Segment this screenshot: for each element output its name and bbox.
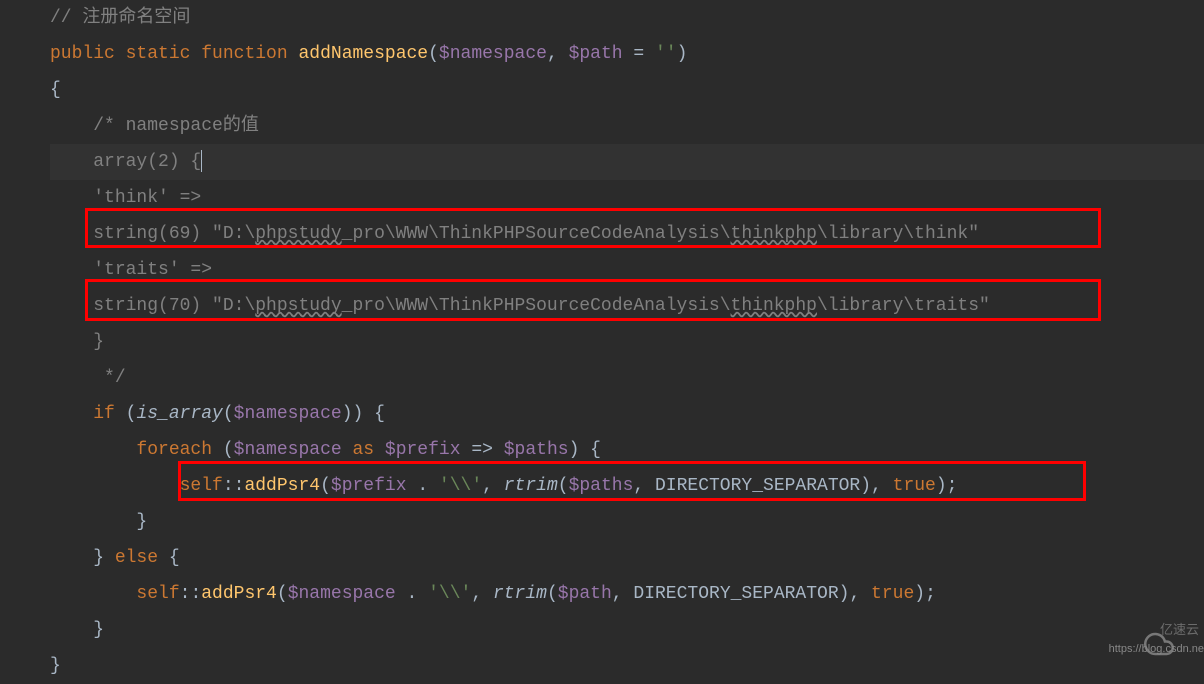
- code-line: string(70) "D:\phpstudy_pro\WWW\ThinkPHP…: [50, 288, 1204, 324]
- keyword-self: self: [180, 468, 223, 504]
- function-call: is_array: [136, 396, 222, 432]
- function-name: addNamespace: [298, 36, 428, 72]
- comment: 'think' =>: [93, 180, 201, 216]
- method-call: addPsr4: [244, 468, 320, 504]
- variable: $namespace: [288, 576, 396, 612]
- variable: $namespace: [234, 432, 342, 468]
- code-line: 'traits' =>: [50, 252, 1204, 288]
- comment: */: [93, 360, 125, 396]
- function-call: rtrim: [493, 576, 547, 612]
- code-line: self::addPsr4($prefix . '\\', rtrim($pat…: [50, 468, 1204, 504]
- variable: $paths: [504, 432, 569, 468]
- code-line: /* namespace的值: [50, 108, 1204, 144]
- code-line-active: array(2) {: [50, 144, 1204, 180]
- comment: string(69) "D:\phpstudy_pro\WWW\ThinkPHP…: [93, 216, 979, 252]
- function-call: rtrim: [504, 468, 558, 504]
- keyword-else: else: [104, 540, 169, 576]
- keyword-self: self: [136, 576, 179, 612]
- code-line: } else {: [50, 540, 1204, 576]
- variable: $prefix: [331, 468, 407, 504]
- boolean: true: [893, 468, 936, 504]
- keyword-static: static: [126, 36, 191, 72]
- code-line: self::addPsr4($namespace . '\\', rtrim($…: [50, 576, 1204, 612]
- code-line: 'think' =>: [50, 180, 1204, 216]
- code-line: string(69) "D:\phpstudy_pro\WWW\ThinkPHP…: [50, 216, 1204, 252]
- string: '': [655, 36, 677, 72]
- variable: $prefix: [385, 432, 461, 468]
- code-line: {: [50, 72, 1204, 108]
- code-line: foreach ($namespace as $prefix => $paths…: [50, 432, 1204, 468]
- code-line: }: [50, 504, 1204, 540]
- boolean: true: [871, 576, 914, 612]
- watermark-url: https://blog.csdn.ne: [1109, 631, 1204, 667]
- variable: $paths: [569, 468, 634, 504]
- variable: $path: [558, 576, 612, 612]
- code-line: public static function addNamespace($nam…: [50, 36, 1204, 72]
- comment: }: [93, 324, 104, 360]
- code-editor[interactable]: // 注册命名空间 public static function addName…: [0, 0, 1204, 684]
- code-line: if (is_array($namespace)) {: [50, 396, 1204, 432]
- code-line: }: [50, 324, 1204, 360]
- method-call: addPsr4: [201, 576, 277, 612]
- comment: array(2) {: [93, 144, 201, 180]
- code-line: }: [50, 648, 1204, 684]
- comment: 'traits' =>: [93, 252, 212, 288]
- comment: string(70) "D:\phpstudy_pro\WWW\ThinkPHP…: [93, 288, 990, 324]
- text-cursor: [201, 150, 202, 172]
- keyword-foreach: foreach: [136, 432, 212, 468]
- variable: $namespace: [439, 36, 547, 72]
- variable: $namespace: [234, 396, 342, 432]
- keyword-function: function: [201, 36, 287, 72]
- code-line: }: [50, 612, 1204, 648]
- comment: /* namespace的值: [93, 108, 259, 144]
- keyword-if: if: [93, 396, 115, 432]
- comment: // 注册命名空间: [50, 0, 190, 36]
- string: '\\': [428, 576, 471, 612]
- variable: $path: [569, 36, 623, 72]
- keyword-public: public: [50, 36, 115, 72]
- code-line: // 注册命名空间: [50, 0, 1204, 36]
- string: '\\': [439, 468, 482, 504]
- code-line: */: [50, 360, 1204, 396]
